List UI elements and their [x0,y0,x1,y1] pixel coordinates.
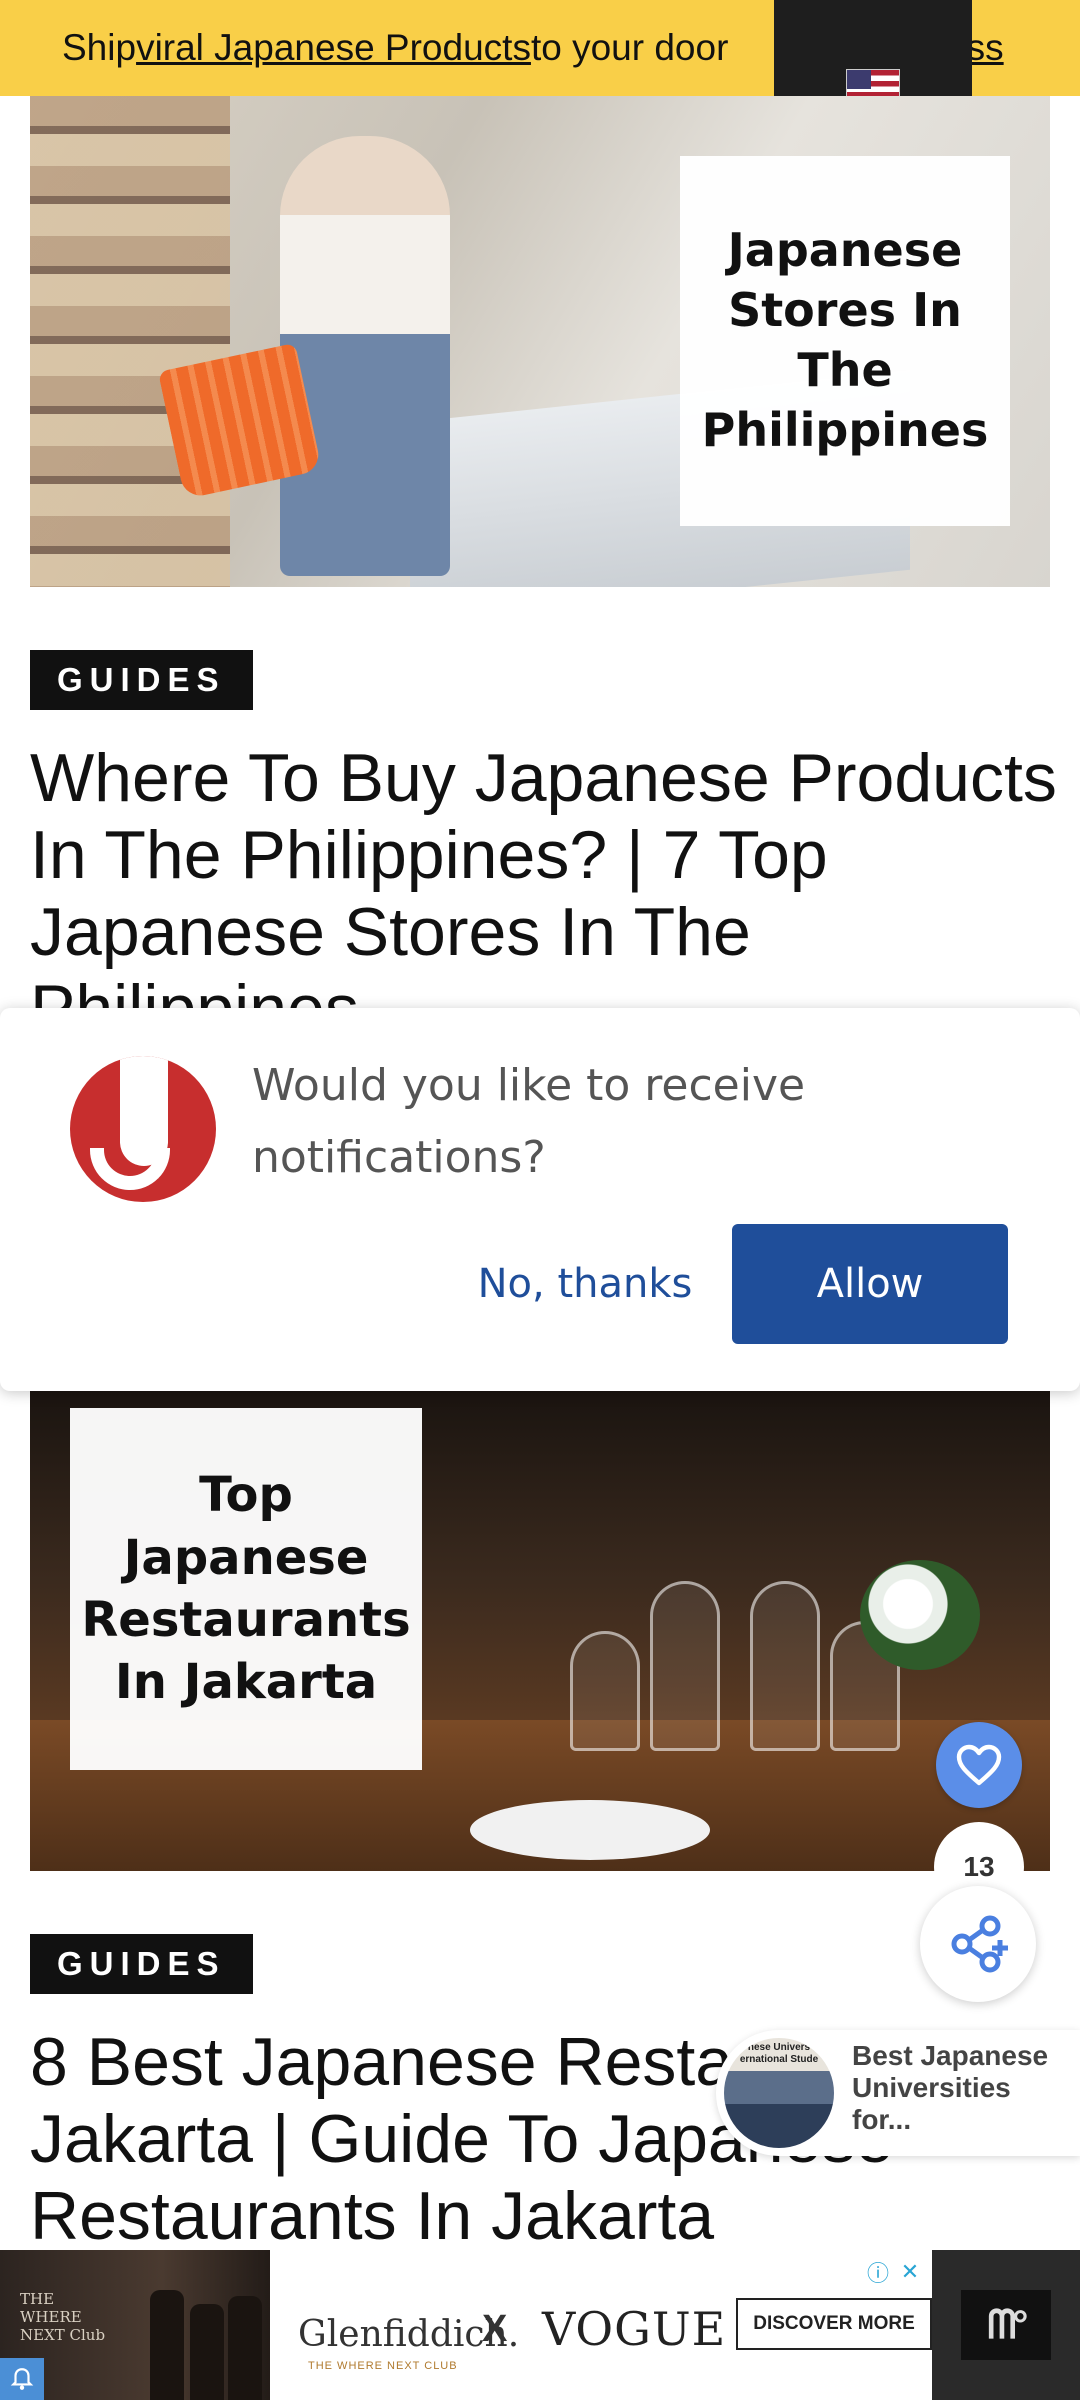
like-button[interactable] [936,1722,1022,1808]
image-overlay-label: Japanese Stores In The Philippines [680,156,1010,526]
share-icon [951,1915,1008,1973]
notification-message: Would you like to receive notifications? [252,1060,806,1183]
article-image-jakarta-restaurants[interactable]: Top Japanese Restaurants In Jakarta [30,1390,1050,1871]
notification-prompt: Would you like to receive notifications?… [0,1008,1080,1391]
allow-button[interactable]: Allow [732,1224,1008,1344]
site-logo-icon [70,1056,216,1202]
related-thumbnail-text: nese Univers ernational Stude [739,2042,819,2065]
promo-text-start: Ship [62,27,137,68]
share-button[interactable] [920,1886,1036,2002]
no-thanks-button[interactable]: No, thanks [470,1224,700,1344]
ad-logo-panel[interactable]: ᗰ° [932,2250,1080,2400]
discover-more-button[interactable]: DISCOVER MORE [736,2298,932,2350]
related-article-title[interactable]: Best Japanese Universities for... [852,2040,1074,2136]
promo-text-end: to your door [530,27,729,68]
ad-content[interactable]: Glenfiddich. THE WHERE NEXT CLUB X VOGUE… [270,2250,932,2400]
related-article-chip[interactable]: nese Univers ernational Stude Best Japan… [716,2030,1080,2156]
ad-left-text: THE WHERE NEXT Club [20,2290,106,2344]
bottom-ad-banner[interactable]: THE WHERE NEXT Club Glenfiddich. THE WHE… [0,2250,1080,2400]
category-tag[interactable]: GUIDES [30,650,253,710]
related-thumbnail: nese Univers ernational Stude [724,2038,834,2148]
promo-link[interactable]: viral Japanese Products [136,27,531,69]
image-overlay-label: Top Japanese Restaurants In Jakarta [70,1408,422,1770]
ad-collab-x: X [482,2308,508,2350]
article-title[interactable]: Where To Buy Japanese Products In The Ph… [30,740,1060,1010]
ad-info-icon[interactable]: ⓘ [864,2258,892,2286]
ad-partner: VOGUE [542,2302,727,2356]
notification-bell-icon[interactable] [0,2358,44,2400]
article-image-japanese-stores[interactable]: Japanese Stores In The Philippines [30,96,1050,587]
category-tag[interactable]: GUIDES [30,1934,253,1994]
ad-logo: ᗰ° [961,2290,1051,2360]
ad-close-icon[interactable]: ✕ [896,2258,924,2286]
heart-icon [956,1744,1002,1786]
ad-brand-sub: THE WHERE NEXT CLUB [308,2360,458,2372]
